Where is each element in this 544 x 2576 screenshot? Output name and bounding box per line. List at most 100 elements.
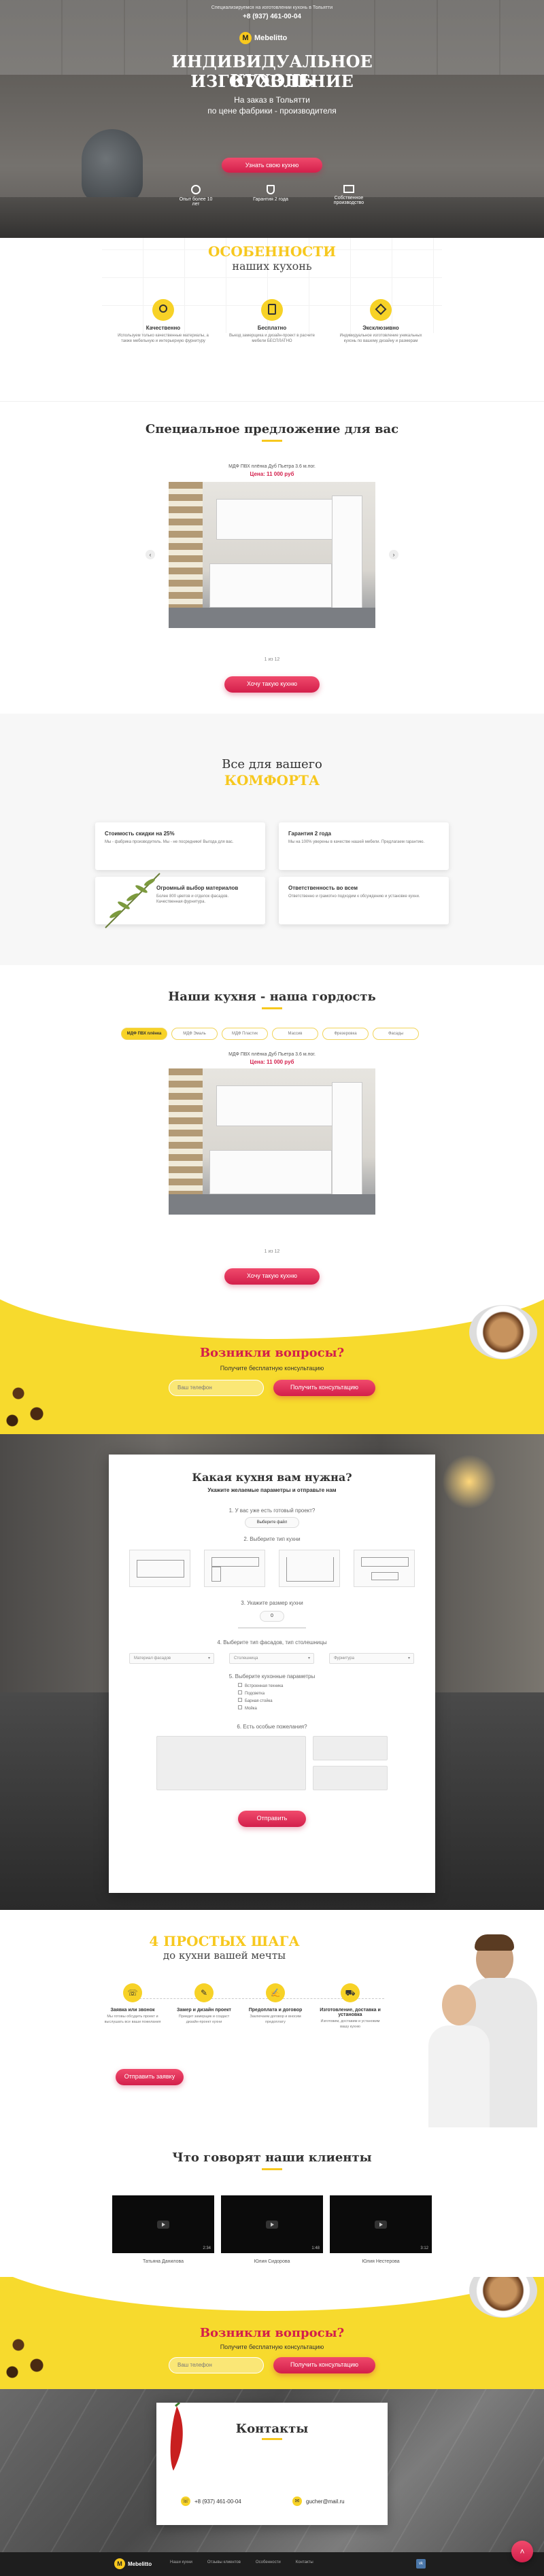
footer-logo[interactable]: M Mebelitto <box>114 2558 152 2569</box>
select-facades-value: Материал фасадов <box>134 1656 171 1660</box>
compass-icon: ✎ <box>194 1983 214 2002</box>
quiz-q6: 6. Есть особые пожелания? <box>237 1724 307 1730</box>
comfort-card-text: Ответственно и грамотно подходим к обсуж… <box>288 894 420 899</box>
comfort-card-discount: Стоимость скидки на 25% Мы - фабрика про… <box>95 822 265 870</box>
slider-prev-button[interactable]: ‹ <box>146 550 155 559</box>
ruler-icon <box>191 185 201 194</box>
wishes-textarea[interactable] <box>156 1736 306 1790</box>
comfort-card-text: Мы - фабрика производитель. Мы - не поср… <box>105 840 234 844</box>
chevron-down-icon: ▾ <box>207 1656 210 1660</box>
pride-title: Наши кухня - наша гордость <box>168 990 376 1004</box>
review-video-2[interactable]: 1:48 <box>221 2195 323 2253</box>
size-slider[interactable] <box>238 1627 306 1629</box>
step-text: Изготовим, доставим и установим вашу кух… <box>320 2019 380 2029</box>
quiz-q5: 5. Выберите кухонные параметры <box>228 1673 316 1679</box>
select-hardware[interactable]: Фурнитура ▾ <box>329 1653 414 1664</box>
review-video-3[interactable]: 3:12 <box>330 2195 432 2253</box>
footer-link-contacts[interactable]: Контакты <box>296 2560 313 2564</box>
kitchen-type-corner[interactable] <box>204 1550 265 1587</box>
questions-phone-input[interactable]: Ваш телефон <box>169 2357 264 2373</box>
kitchen-type-island[interactable] <box>354 1550 415 1587</box>
mail-icon: ✉ <box>292 2496 302 2506</box>
coffee-cup-decoration <box>469 1305 537 1359</box>
step-item-2: ✎ Замер и дизайн проект Приедет замерщик… <box>173 1983 235 2025</box>
review-name-3: Юлия Нестерова <box>362 2259 400 2264</box>
logo-text: Mebelitto <box>254 34 288 42</box>
phone-field[interactable] <box>313 1766 388 1790</box>
scroll-top-button[interactable]: ˄ <box>511 2541 533 2562</box>
quiz-file-button[interactable]: Выберите файл <box>245 1517 299 1528</box>
comfort-section: Все для вашего КОМФОРТА Стоимость скидки… <box>0 714 544 965</box>
comfort-card-title: Ответственность во всем <box>288 885 358 891</box>
woman-top <box>428 2025 490 2127</box>
tab-mdf-enamel[interactable]: МДФ Эмаль <box>171 1028 218 1040</box>
comfort-card-text: Более 800 цветов и отделок фасадов. Каче… <box>156 894 229 905</box>
select-countertop[interactable]: Столешница ▾ <box>229 1653 314 1664</box>
reviews-title-underline <box>262 2168 282 2170</box>
offer-title-underline <box>262 440 282 442</box>
kitchen-type-u-shaped[interactable] <box>279 1550 340 1587</box>
contact-email[interactable]: ✉ gucher@mail.ru <box>292 2496 345 2506</box>
logo-icon: M <box>114 2558 125 2569</box>
checkbox-box <box>238 1683 242 1687</box>
quiz-title: Какая кухня вам нужна? <box>192 1471 352 1484</box>
diamond-icon <box>370 299 392 321</box>
feature-text: Используем только качественные материалы… <box>118 334 209 344</box>
kitchen-size-input[interactable]: 0 <box>260 1611 284 1622</box>
select-hardware-value: Фурнитура <box>334 1656 354 1660</box>
feature-item-quality: Качественно Используем только качественн… <box>116 299 211 345</box>
checkbox-lighting[interactable]: Подсветка <box>238 1690 333 1698</box>
phone-icon: ☏ <box>123 1983 142 2002</box>
select-facades[interactable]: Материал фасадов ▾ <box>129 1653 214 1664</box>
white-wave <box>0 2277 544 2311</box>
review-video-1[interactable]: 2:34 <box>112 2195 214 2253</box>
name-field[interactable] <box>313 1736 388 1760</box>
checkbox-sink[interactable]: Мойка <box>238 1705 333 1713</box>
steps-cta-button[interactable]: Отправить заявку <box>116 2069 184 2085</box>
checkbox-bar[interactable]: Барная стойка <box>238 1698 333 1705</box>
vk-icon[interactable]: vk <box>416 2559 426 2569</box>
questions-title: Возникли вопросы? <box>199 1346 345 1360</box>
play-icon[interactable] <box>157 2220 169 2229</box>
checkbox-box <box>238 1690 242 1694</box>
play-icon[interactable] <box>375 2220 387 2229</box>
slider-next-button[interactable]: › <box>389 550 398 559</box>
offer-cta-button[interactable]: Хочу такую кухню <box>224 676 320 693</box>
pride-section: Наши кухня - наша гордость МДФ ПВХ плёнк… <box>0 965 544 1298</box>
pride-pager: 1 из 12 <box>264 1249 280 1254</box>
tab-mdf-pvc[interactable]: МДФ ПВХ плёнка <box>121 1028 167 1040</box>
step-text: Заключаем договор и вносим предоплату <box>250 2015 301 2024</box>
feature-text: Выезд замерщика и дизайн-проект в расчет… <box>229 334 315 344</box>
questions-cta-button[interactable]: Получить консультацию <box>273 2357 375 2373</box>
hero-feature-text: Собственное производство <box>333 196 364 205</box>
checkbox-label: Подсветка <box>245 1692 265 1696</box>
tab-facades[interactable]: Фасады <box>373 1028 419 1040</box>
pride-cta-button[interactable]: Хочу такую кухню <box>224 1268 320 1285</box>
tab-solid-wood[interactable]: Массив <box>272 1028 318 1040</box>
footer-link-features[interactable]: Особенности <box>256 2560 281 2564</box>
tab-mdf-plastic[interactable]: МДФ Пластик <box>222 1028 268 1040</box>
checkbox-box <box>238 1698 242 1702</box>
questions-phone-input[interactable]: Ваш телефон <box>169 1380 264 1396</box>
play-icon[interactable] <box>266 2220 278 2229</box>
hero-logo[interactable]: M Mebelitto <box>239 31 287 45</box>
pride-title-underline <box>262 1007 282 1009</box>
tab-milling[interactable]: Фрезеровка <box>322 1028 369 1040</box>
checkbox-label: Барная стойка <box>245 1699 273 1703</box>
hero-phone[interactable]: +8 (937) 461-00-04 <box>204 13 340 20</box>
questions-section-2: Возникли вопросы? Получите бесплатную ко… <box>0 2277 544 2389</box>
contacts-title-underline <box>262 2438 282 2440</box>
footer-link-reviews[interactable]: Отзывы клиентов <box>207 2560 241 2564</box>
checkbox-builtin[interactable]: Встроенная техника <box>238 1683 333 1690</box>
contact-email-text: gucher@mail.ru <box>306 2498 345 2505</box>
contact-phone[interactable]: ☏ +8 (937) 461-00-04 <box>181 2496 241 2506</box>
step-title: Замер и дизайн проект <box>177 2008 231 2013</box>
footer-link-kitchens[interactable]: Наши кухни <box>170 2560 192 2564</box>
kitchen-type-straight[interactable] <box>129 1550 190 1587</box>
hero-subtitle-1: На заказ в Тольятти <box>234 95 310 105</box>
hero-cta-button[interactable]: Узнать свою кухню <box>222 158 322 173</box>
quiz-submit-button[interactable]: Отправить <box>238 1811 306 1827</box>
white-wave <box>0 1298 544 1339</box>
questions-cta-button[interactable]: Получить консультацию <box>273 1380 375 1396</box>
lower-cabinets <box>209 563 332 608</box>
